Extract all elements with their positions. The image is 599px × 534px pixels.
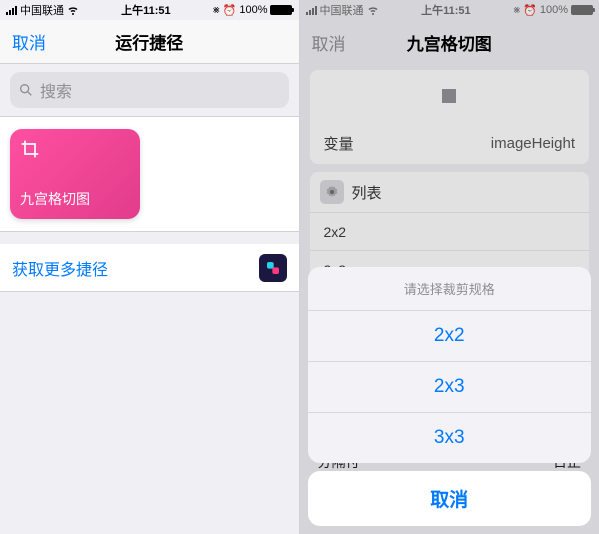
status-bar: 中国联通 上午11:51 ⨳ ⏰ 100% — [300, 0, 599, 20]
search-input[interactable]: 搜索 — [10, 72, 289, 108]
variable-label: 变量 — [324, 133, 354, 154]
sheet-option[interactable]: 2x3 — [308, 362, 592, 413]
status-time: 上午11:51 — [421, 2, 471, 18]
sheet-option[interactable]: 2x2 — [308, 311, 592, 362]
carrier-label: 中国联通 — [320, 2, 364, 18]
status-bar: 中国联通 上午11:51 ⨳ ⏰ 100% — [0, 0, 299, 20]
list-header: 列表 — [352, 182, 382, 203]
variable-value: imageHeight — [491, 135, 575, 152]
shortcut-card[interactable]: 九宫格切图 — [10, 129, 140, 219]
wifi-icon — [67, 4, 79, 16]
variable-row[interactable]: 变量 imageHeight — [310, 122, 590, 164]
cancel-button[interactable]: 取消 — [12, 29, 46, 54]
nav-bar: 取消 运行捷径 — [0, 20, 299, 64]
wifi-icon — [367, 4, 379, 16]
lock-icon: ⨳ — [213, 4, 220, 17]
status-time: 上午11:51 — [121, 2, 171, 18]
crop-icon — [20, 139, 40, 159]
alarm-icon: ⏰ — [223, 4, 237, 17]
list-item[interactable]: 2x2 — [310, 212, 590, 250]
battery-icon — [270, 5, 292, 15]
square-icon — [442, 89, 456, 103]
search-icon — [18, 82, 34, 98]
cancel-button[interactable]: 取消 — [312, 30, 346, 55]
battery-icon — [571, 5, 593, 15]
shortcut-card-label: 九宫格切图 — [20, 189, 130, 209]
signal-icon — [306, 6, 317, 15]
nav-bar: 取消 九宫格切图 — [300, 20, 599, 64]
image-preview — [310, 70, 590, 122]
sheet-title: 请选择裁剪规格 — [308, 267, 592, 311]
search-placeholder: 搜索 — [40, 78, 72, 102]
signal-icon — [6, 6, 17, 15]
sheet-cancel-button[interactable]: 取消 — [308, 471, 592, 526]
lock-icon: ⨳ — [513, 4, 520, 17]
carrier-label: 中国联通 — [20, 2, 64, 18]
get-more-row[interactable]: 获取更多捷径 — [0, 244, 299, 292]
sheet-option[interactable]: 3x3 — [308, 413, 592, 463]
action-sheet: 请选择裁剪规格 2x2 2x3 3x3 取消 — [308, 267, 592, 526]
battery-percent: 100% — [239, 4, 267, 16]
get-more-label: 获取更多捷径 — [12, 256, 108, 280]
battery-percent: 100% — [540, 4, 568, 16]
shortcuts-app-icon — [259, 254, 287, 282]
gear-icon — [320, 180, 344, 204]
alarm-icon: ⏰ — [523, 4, 537, 17]
